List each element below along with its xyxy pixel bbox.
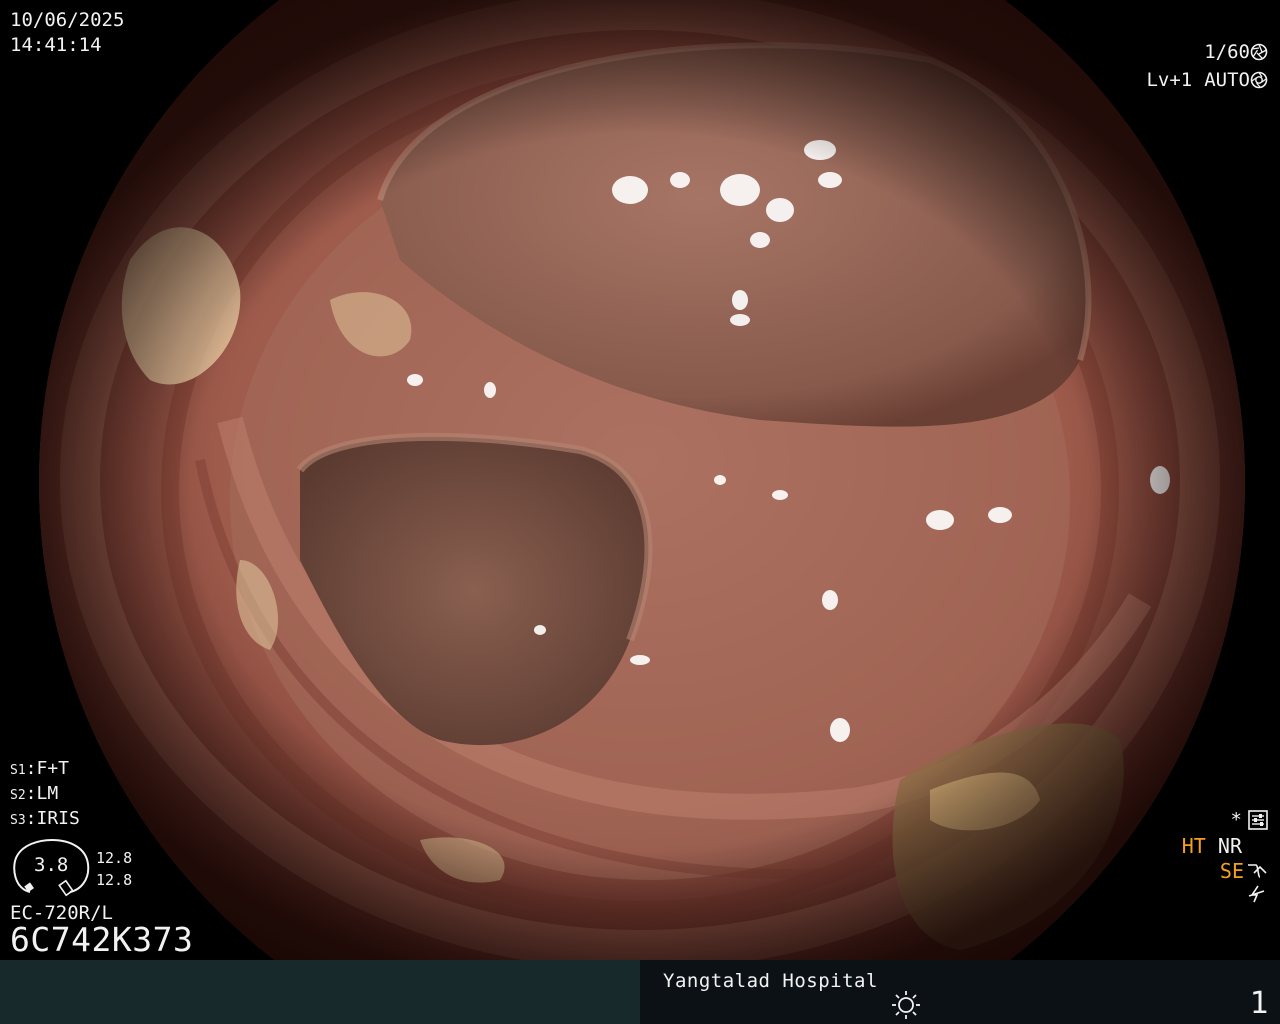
s2-value: LM [36, 783, 59, 804]
page-number: 1 [1250, 986, 1270, 1021]
aperture-icon [1250, 43, 1268, 61]
s2-key: S2 [10, 788, 26, 803]
mode-value: AUTO [1204, 69, 1250, 91]
gauge-lower-value: 12.8 [96, 871, 133, 889]
level-value: Lv+1 [1146, 69, 1193, 91]
gauge-value: 3.8 [34, 854, 69, 876]
setting-s3: S3:IRIS [10, 808, 80, 829]
settings-sliders-icon [1248, 810, 1268, 830]
ht-nr-row: HT NR [1182, 834, 1242, 858]
structure-enhancement-row: * [1231, 809, 1268, 831]
setting-s2: S2:LM [10, 783, 59, 804]
s1-value: F+T [36, 758, 70, 779]
shutter-speed: 1/60 [1204, 41, 1268, 63]
shutter-value: 1/60 [1204, 41, 1250, 63]
brightness-icon [892, 991, 920, 1019]
gauge-upper-value: 12.8 [96, 849, 133, 867]
scope-serial: 6C742K373 [10, 920, 194, 959]
signal-curve-icon [1248, 864, 1267, 878]
hospital-name: Yangtalad Hospital [663, 970, 878, 992]
endoscope-view [39, 0, 1245, 1024]
setting-s1: S1:F+T [10, 758, 70, 779]
footer-left-panel [0, 960, 640, 1024]
iris-icon [1250, 71, 1268, 89]
s1-key: S1 [10, 763, 26, 778]
ht-indicator: HT [1181, 834, 1206, 858]
date-text: 10/06/2025 [10, 9, 125, 31]
nr-indicator: NR [1217, 834, 1242, 858]
time-text: 14:41:14 [10, 34, 102, 56]
star-indicator: * [1230, 809, 1242, 831]
flash-off-icon [1246, 884, 1266, 909]
se-row: SE [1220, 859, 1268, 883]
light-level: Lv+1 AUTO [1146, 69, 1268, 91]
s3-value: IRIS [36, 808, 80, 829]
se-indicator: SE [1219, 859, 1244, 883]
s3-key: S3 [10, 813, 26, 828]
